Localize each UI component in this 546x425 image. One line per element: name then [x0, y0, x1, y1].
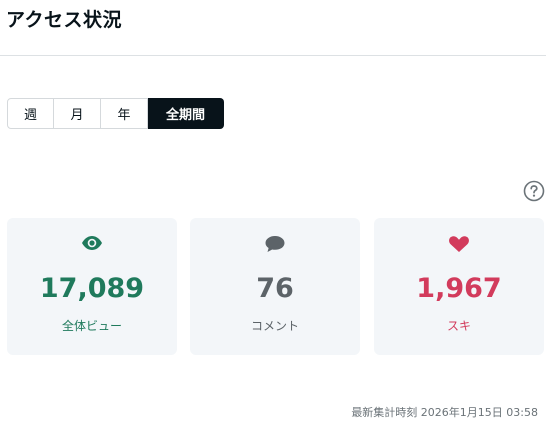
views-label: 全体ビュー: [61, 319, 122, 333]
eye-icon: [7, 235, 177, 255]
comments-label: コメント: [250, 319, 299, 333]
help-circle-icon[interactable]: [523, 180, 545, 202]
likes-label: スキ: [446, 319, 471, 333]
comments-value: 76: [256, 273, 294, 304]
comments-card: 76 コメント: [190, 218, 360, 355]
tab-year[interactable]: 年: [101, 98, 148, 129]
period-tabs: 週 月 年 全期間: [7, 98, 224, 129]
tab-all-time[interactable]: 全期間: [148, 98, 224, 129]
header-divider: [0, 55, 546, 56]
views-value: 17,089: [39, 273, 145, 304]
likes-value: 1,967: [416, 273, 502, 304]
page-title: アクセス状況: [6, 9, 123, 31]
heart-icon: [374, 235, 544, 255]
likes-card: 1,967 スキ: [374, 218, 544, 355]
speech-bubble-icon: [190, 235, 360, 255]
views-card: 17,089 全体ビュー: [7, 218, 177, 355]
last-updated-timestamp: 最新集計時刻 2026年1月15日 03:58: [351, 406, 538, 419]
tab-month[interactable]: 月: [54, 98, 101, 129]
tab-week[interactable]: 週: [7, 98, 54, 129]
